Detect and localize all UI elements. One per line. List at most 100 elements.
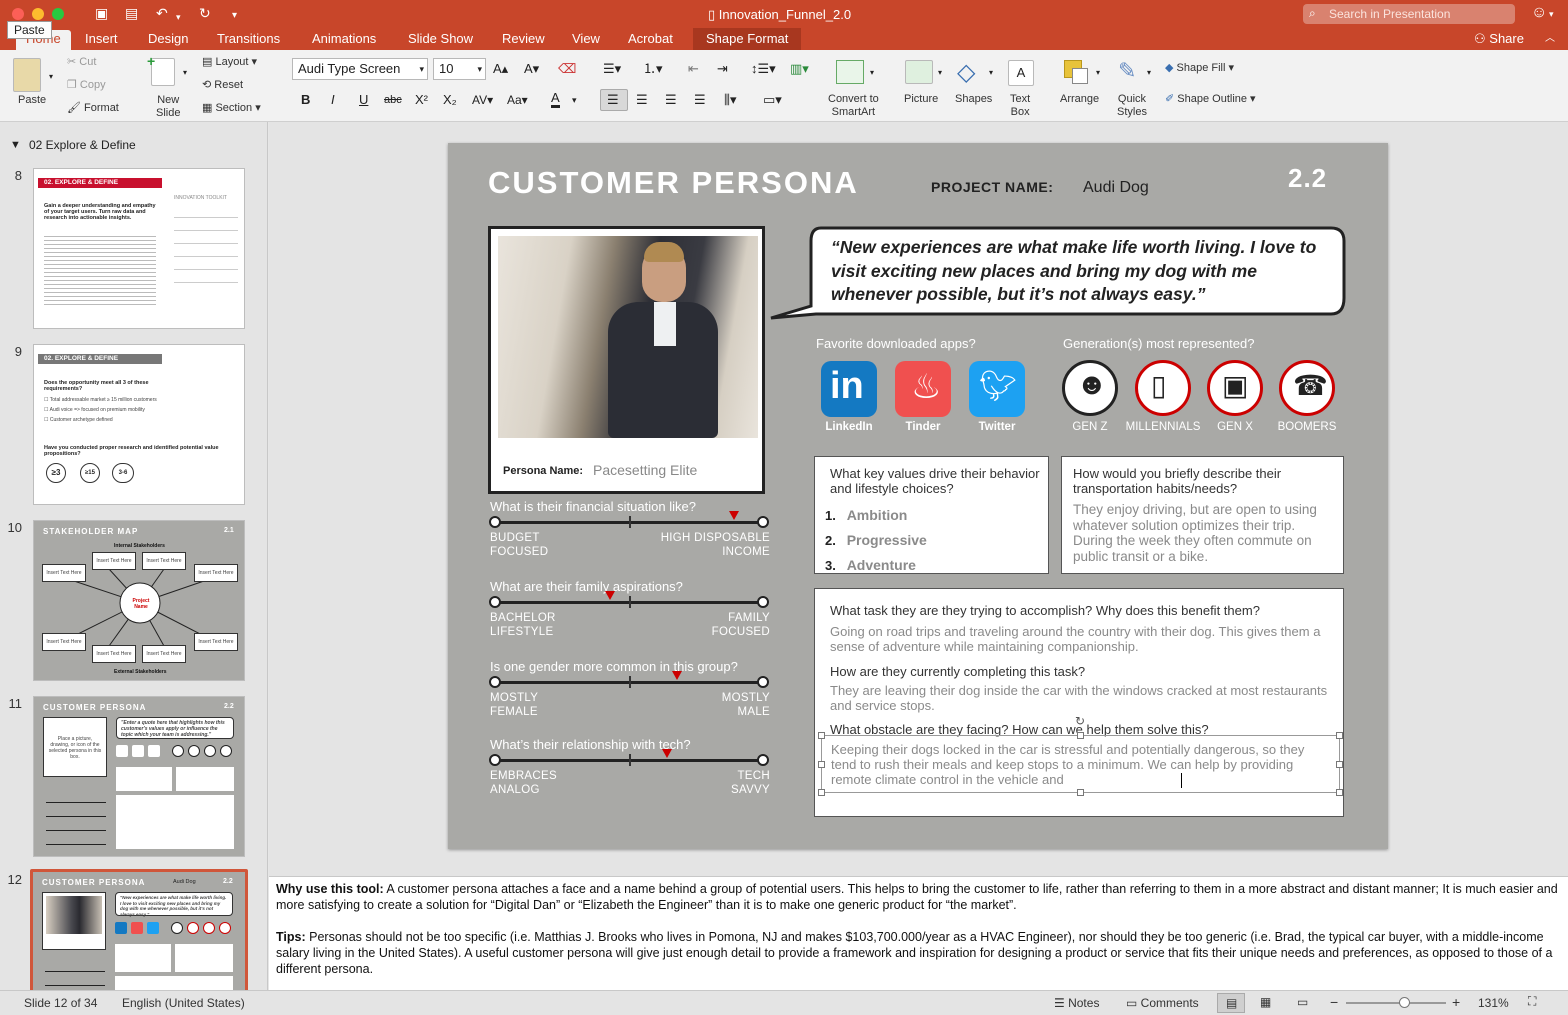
italic-icon[interactable]: I: [331, 91, 335, 109]
align-text-icon[interactable]: ▭▾: [763, 91, 782, 109]
task-box[interactable]: What task they are they trying to accomp…: [814, 588, 1344, 817]
resize-handle[interactable]: [1336, 732, 1343, 739]
project-name-label[interactable]: PROJECT NAME:: [931, 179, 1053, 195]
font-name-field[interactable]: Audi Type Screen ▾: [292, 58, 428, 80]
selected-text-box[interactable]: Keeping their dogs locked in the car is …: [818, 714, 1343, 796]
layout-button[interactable]: ▤ Layout ▾: [202, 56, 257, 69]
redo-icon[interactable]: ↻: [199, 5, 211, 21]
font-dropdown-icon[interactable]: ▾: [419, 59, 424, 79]
task-answer-3[interactable]: Keeping their dogs locked in the car is …: [831, 742, 1331, 787]
language-status[interactable]: English (United States): [122, 996, 245, 1010]
normal-view-button[interactable]: ▤: [1217, 993, 1245, 1013]
align-left-button[interactable]: ☰: [600, 89, 628, 111]
zoom-slider-track[interactable]: [1346, 1002, 1446, 1004]
picture-dropdown-icon[interactable]: ▾: [938, 68, 942, 77]
clear-formatting-icon[interactable]: ⌫: [558, 60, 576, 78]
tab-view[interactable]: View: [572, 30, 600, 50]
resize-handle[interactable]: [818, 789, 825, 796]
feedback-dropdown-icon[interactable]: ▾: [1549, 9, 1554, 20]
copy-button[interactable]: ❐ Copy: [67, 79, 106, 92]
arrange-button[interactable]: ▾ Arrange: [1058, 58, 1108, 108]
change-case-icon[interactable]: Aa▾: [507, 91, 528, 109]
increase-font-icon[interactable]: A▴: [493, 60, 508, 78]
shape-fill-button[interactable]: ◆ Shape Fill ▾: [1165, 62, 1234, 75]
tab-design[interactable]: Design: [148, 30, 188, 50]
fit-to-window-icon[interactable]: ⛶: [1528, 994, 1536, 1009]
columns-icon[interactable]: ▥▾: [790, 60, 809, 78]
slide-thumbnail-8[interactable]: 02. EXPLORE & DEFINE Gain a deeper under…: [33, 168, 245, 329]
new-slide-button[interactable]: + ▾ New Slide: [147, 53, 192, 119]
zoom-level[interactable]: 131%: [1478, 996, 1509, 1010]
slide-thumbnail-12[interactable]: CUSTOMER PERSONA Audi Dog 2.2 "New exper…: [33, 872, 245, 990]
font-color-dropdown-icon[interactable]: ▾: [572, 91, 577, 109]
slide[interactable]: CUSTOMER PERSONA PROJECT NAME: Audi Dog …: [448, 143, 1388, 849]
tab-transitions[interactable]: Transitions: [217, 30, 280, 50]
line-spacing-icon[interactable]: ↕☰▾: [751, 60, 776, 78]
slide-thumbnail-panel[interactable]: ▼ 02 Explore & Define 8 02. EXPLORE & DE…: [0, 122, 268, 990]
strikethrough-icon[interactable]: abc: [384, 91, 402, 109]
values-box[interactable]: What key values drive their behavior and…: [814, 456, 1049, 574]
save-icon[interactable]: ▤: [125, 5, 138, 21]
tab-review[interactable]: Review: [502, 30, 545, 50]
quick-styles-dropdown-icon[interactable]: ▾: [1147, 68, 1151, 77]
resize-handle[interactable]: [818, 761, 825, 768]
undo-icon[interactable]: ↶: [156, 5, 168, 21]
comments-button[interactable]: ▭ Comments: [1126, 996, 1199, 1010]
close-window-button[interactable]: [12, 8, 24, 20]
subscript-icon[interactable]: X₂: [443, 91, 457, 109]
cut-button[interactable]: ✂ Cut: [67, 56, 96, 69]
persona-name-value[interactable]: Pacesetting Elite: [593, 462, 697, 478]
text-box-button[interactable]: A Text Box: [1005, 58, 1039, 120]
increase-indent-icon[interactable]: ⇥: [717, 60, 728, 78]
presenter-view-icon[interactable]: ▭: [1297, 995, 1308, 1009]
character-spacing-icon[interactable]: AV▾: [472, 91, 493, 109]
collapse-section-icon[interactable]: ▼: [10, 139, 21, 151]
customize-toolbar-icon[interactable]: ▾: [232, 8, 237, 24]
rotate-handle-icon[interactable]: ↻: [1075, 714, 1085, 728]
smiley-feedback-icon[interactable]: ☺: [1531, 4, 1547, 22]
picture-button[interactable]: ▾ Picture: [902, 58, 946, 108]
transport-box[interactable]: How would you briefly describe their tra…: [1061, 456, 1344, 574]
tab-shape-format[interactable]: Shape Format: [693, 28, 802, 50]
tab-acrobat[interactable]: Acrobat: [628, 30, 673, 50]
bullets-icon[interactable]: ☰▾: [603, 60, 621, 78]
slide-thumbnail-10[interactable]: STAKEHOLDER MAP 2.1 Internal Stakeholder…: [33, 520, 245, 681]
slide-thumbnail-11[interactable]: CUSTOMER PERSONA 2.2 Place a picture, dr…: [33, 696, 245, 857]
justify-icon[interactable]: ☰: [694, 91, 706, 109]
collapse-ribbon-icon[interactable]: ︿: [1545, 30, 1555, 50]
resize-handle[interactable]: [818, 732, 825, 739]
slide-title[interactable]: CUSTOMER PERSONA: [488, 165, 859, 201]
resize-handle[interactable]: [1336, 789, 1343, 796]
align-right-icon[interactable]: ☰: [665, 91, 677, 109]
zoom-in-button[interactable]: +: [1452, 994, 1460, 1010]
undo-dropdown-icon[interactable]: ▾: [176, 9, 181, 25]
shapes-dropdown-icon[interactable]: ▾: [989, 68, 993, 77]
shapes-button[interactable]: ◇ ▾ Shapes: [953, 58, 997, 108]
arrange-dropdown-icon[interactable]: ▾: [1096, 68, 1100, 77]
paste-button[interactable]: ▾ Paste: [9, 56, 55, 106]
paste-dropdown-icon[interactable]: ▾: [49, 72, 53, 81]
font-color-icon[interactable]: A: [551, 90, 560, 108]
bold-icon[interactable]: B: [301, 91, 310, 109]
slide-number-label[interactable]: 2.2: [1288, 163, 1327, 194]
format-painter-button[interactable]: 🖌︎ Format: [67, 102, 119, 115]
new-slide-dropdown-icon[interactable]: ▾: [183, 68, 187, 77]
font-size-dropdown-icon[interactable]: ▾: [477, 59, 482, 79]
maximize-window-button[interactable]: [52, 8, 64, 20]
slide-sorter-icon[interactable]: ▦: [1260, 995, 1271, 1009]
convert-smartart-button[interactable]: ▾ Convert to SmartArt: [822, 58, 886, 118]
notes-button[interactable]: ☰ Notes: [1054, 996, 1099, 1010]
slide-thumbnail-9[interactable]: 02. EXPLORE & DEFINE Does the opportunit…: [33, 344, 245, 505]
quick-styles-button[interactable]: ✎ ▾ Quick Styles: [1112, 58, 1156, 120]
underline-icon[interactable]: U: [359, 91, 368, 109]
sidebar-toggle-icon[interactable]: ▣: [95, 5, 108, 21]
search-box[interactable]: ⌕ Search in Presentation: [1303, 4, 1515, 24]
shape-outline-button[interactable]: ✐ Shape Outline ▾: [1165, 93, 1256, 106]
align-center-icon[interactable]: ☰: [636, 91, 648, 109]
project-name-value[interactable]: Audi Dog: [1083, 179, 1149, 197]
share-button[interactable]: ⚇ Share: [1474, 30, 1524, 50]
decrease-font-icon[interactable]: A▾: [524, 60, 539, 78]
zoom-out-button[interactable]: −: [1330, 994, 1338, 1010]
resize-handle[interactable]: [1336, 761, 1343, 768]
font-size-field[interactable]: 10 ▾: [433, 58, 486, 80]
